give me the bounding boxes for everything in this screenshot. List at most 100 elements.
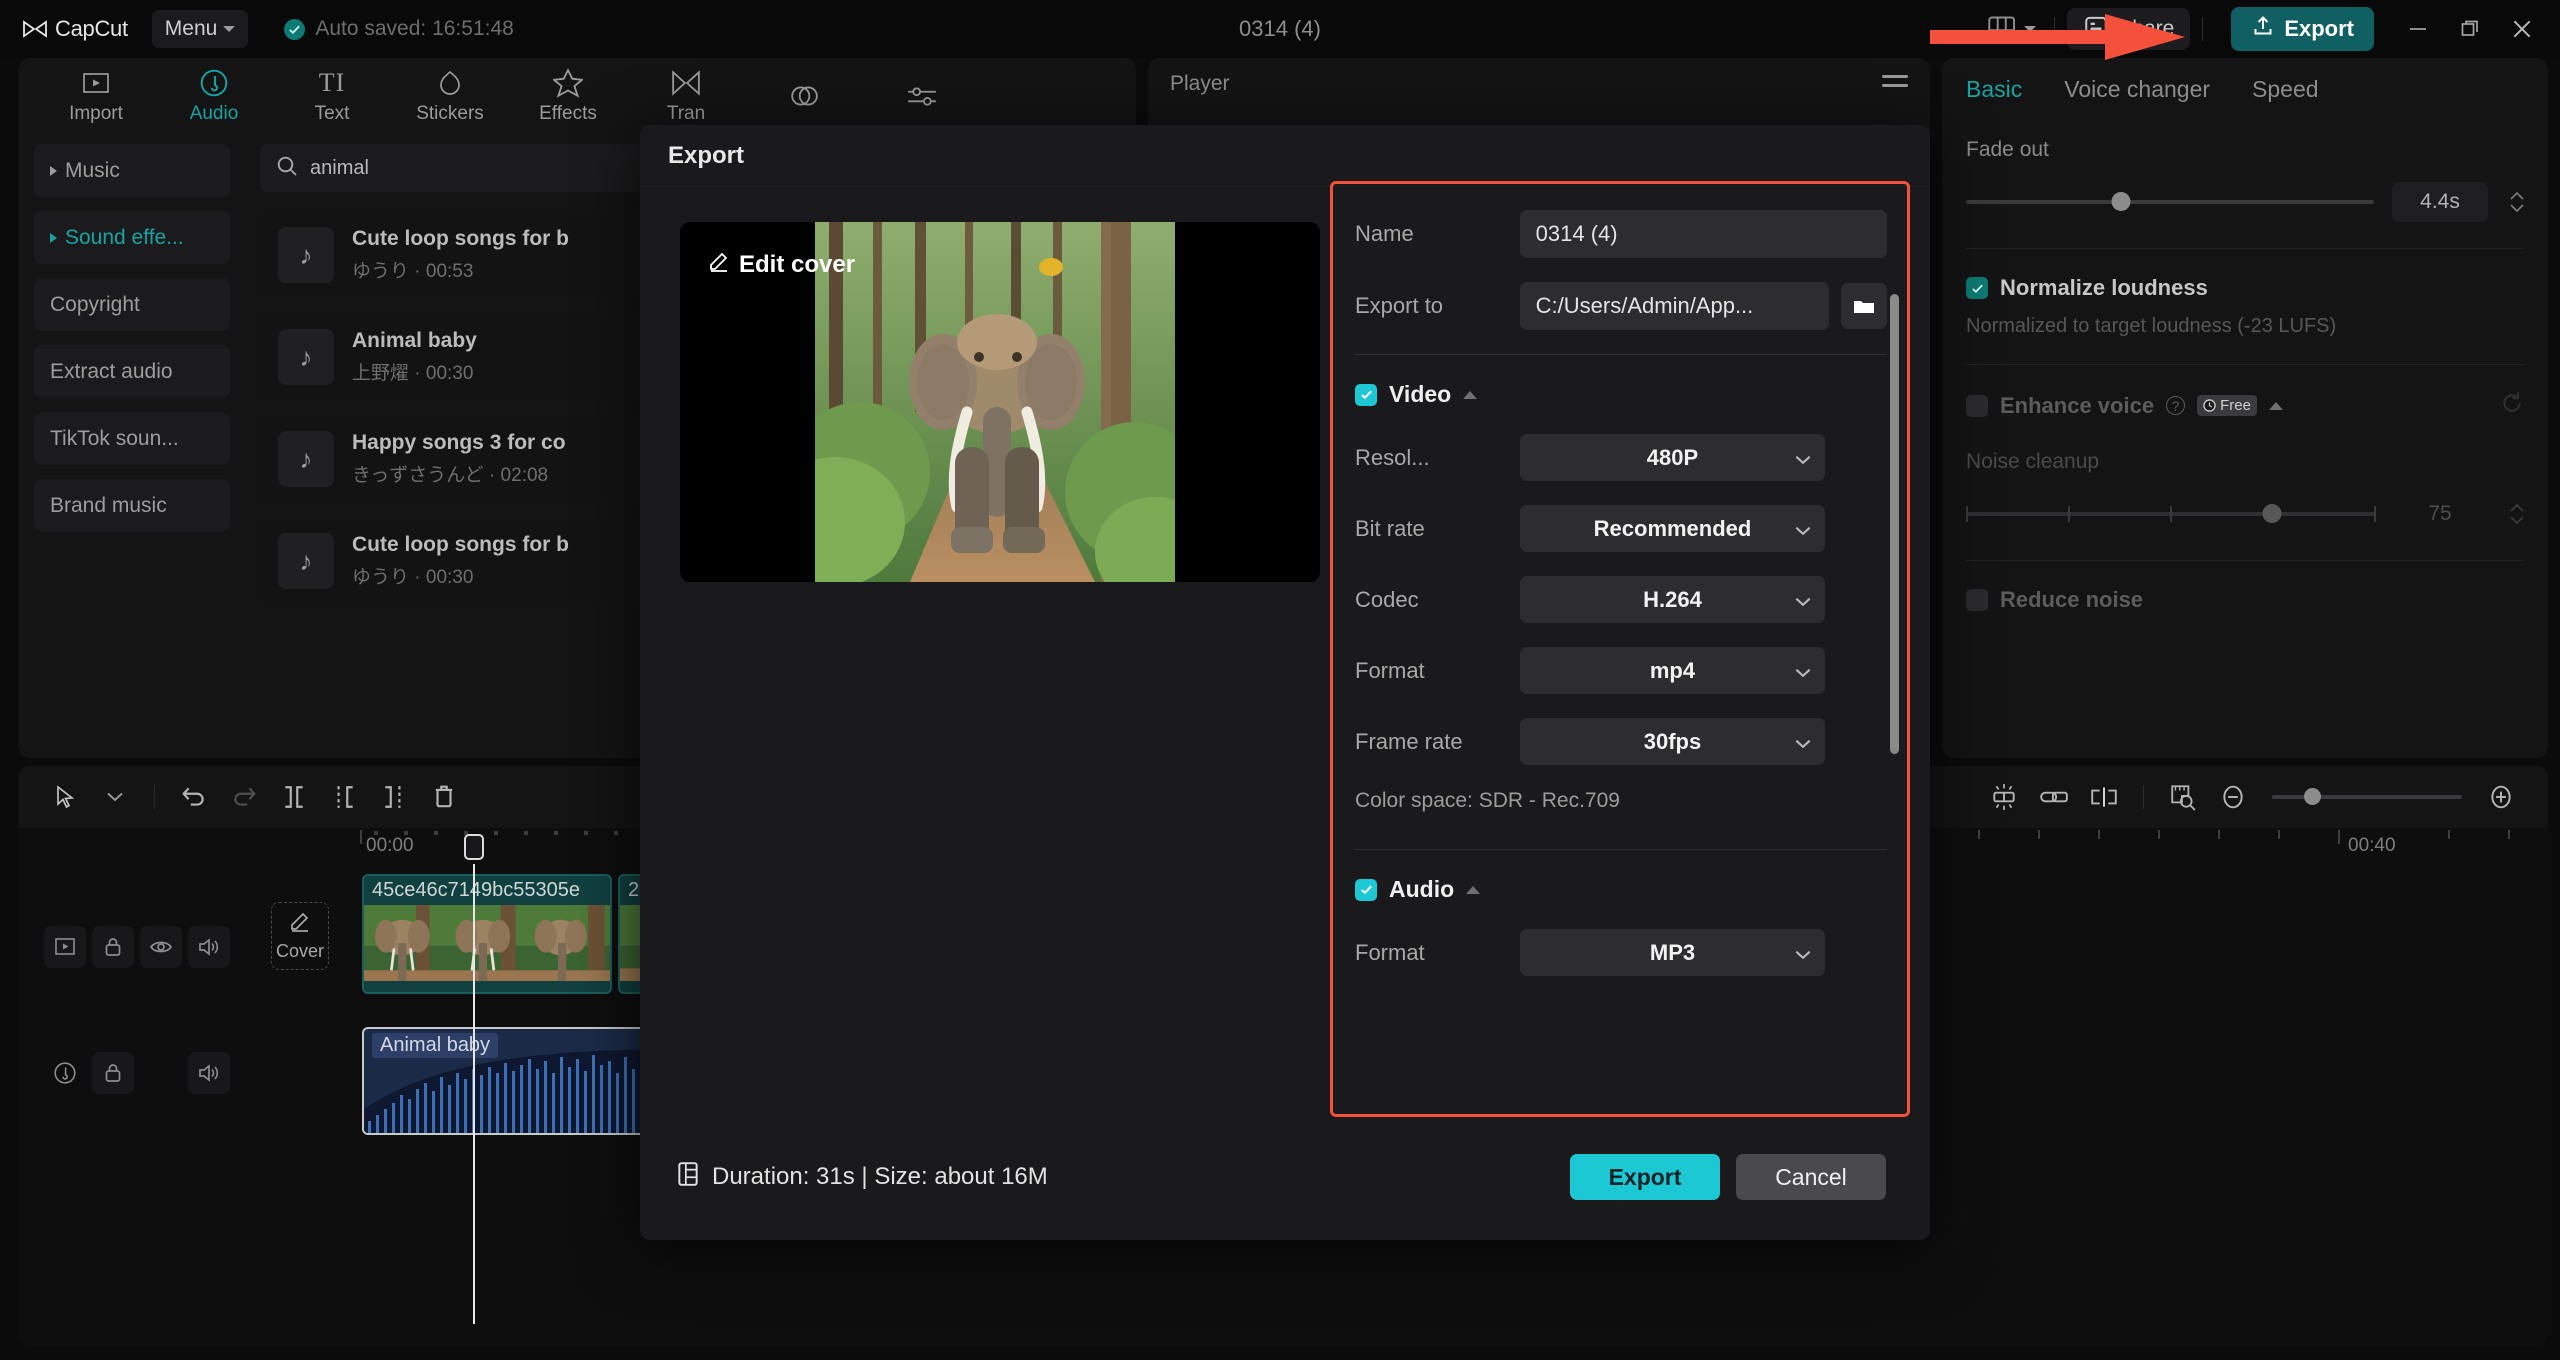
category-label: Copyright	[50, 293, 140, 317]
zoom-slider[interactable]	[2272, 795, 2462, 799]
checkbox-unchecked-icon[interactable]	[1966, 395, 1988, 417]
tab-voice-changer[interactable]: Voice changer	[2064, 76, 2210, 103]
checkbox-checked-icon[interactable]	[1355, 879, 1377, 901]
settings-scrollbar[interactable]	[1890, 294, 1899, 754]
category-sound-effects[interactable]: Sound effe...	[34, 211, 230, 264]
tab-transitions[interactable]: Tran	[630, 61, 742, 131]
volume-icon[interactable]	[188, 1052, 230, 1094]
category-tiktok-sounds[interactable]: TikTok soun...	[34, 412, 230, 465]
tab-audio[interactable]: Audio	[158, 61, 270, 131]
trim-right-icon[interactable]	[369, 777, 419, 817]
redo-icon[interactable]	[219, 777, 269, 817]
category-extract-audio[interactable]: Extract audio	[34, 345, 230, 398]
maximize-button[interactable]	[2444, 7, 2496, 51]
reset-icon[interactable]	[2500, 391, 2524, 420]
player-header: Player	[1148, 58, 1930, 110]
checkbox-checked-icon[interactable]	[1355, 384, 1377, 406]
category-music[interactable]: Music	[34, 144, 230, 197]
chevron-down-icon[interactable]	[90, 777, 140, 817]
cancel-button[interactable]: Cancel	[1736, 1154, 1886, 1200]
name-input[interactable]: 0314 (4)	[1520, 210, 1887, 258]
eye-icon[interactable]	[140, 926, 182, 968]
select-cursor-icon[interactable]	[40, 777, 90, 817]
triangle-up-icon[interactable]	[2269, 402, 2283, 410]
tab-basic[interactable]: Basic	[1966, 76, 2022, 103]
slider-knob[interactable]	[2304, 788, 2321, 805]
lock-icon[interactable]	[92, 926, 134, 968]
layout-grid-button[interactable]	[1982, 15, 2042, 44]
audio-track-controls	[18, 1052, 248, 1094]
category-copyright[interactable]: Copyright	[34, 278, 230, 331]
video-section-header[interactable]: Video	[1355, 381, 1887, 408]
fade-out-value[interactable]: 4.4s	[2392, 182, 2488, 222]
noise-cleanup-slider[interactable]	[1966, 512, 2374, 516]
tab-text[interactable]: TI Text	[276, 61, 388, 131]
music-note-icon: ♪	[278, 227, 334, 283]
tab-import[interactable]: Import	[40, 61, 152, 131]
tab-filters[interactable]	[748, 61, 860, 131]
lock-icon[interactable]	[92, 1052, 134, 1094]
tab-stickers[interactable]: Stickers	[394, 61, 506, 131]
dialog-footer: Duration: 31s | Size: about 16M Export C…	[640, 1117, 1930, 1237]
trim-left-icon[interactable]	[319, 777, 369, 817]
playhead-handle[interactable]	[464, 834, 484, 860]
ruler-zoom-icon[interactable]	[2158, 777, 2208, 817]
auto-snap-icon[interactable]	[1979, 777, 2029, 817]
timeline-playhead[interactable]	[473, 864, 475, 1324]
enhance-voice-row[interactable]: Enhance voice ? Free	[1966, 391, 2524, 420]
undo-icon[interactable]	[169, 777, 219, 817]
video-format-select[interactable]: mp4	[1520, 647, 1825, 694]
triangle-up-icon[interactable]	[1466, 886, 1480, 894]
close-button[interactable]	[2496, 7, 2548, 51]
search-icon	[276, 155, 298, 182]
song-subtitle: きっずさうんど · 02:08	[352, 460, 566, 487]
edit-pencil-icon	[289, 910, 311, 937]
properties-tabs: Basic Voice changer Speed	[1966, 58, 2524, 120]
zoom-in-icon[interactable]	[2476, 777, 2526, 817]
folder-icon[interactable]	[1841, 283, 1887, 329]
music-note-icon: ♪	[278, 533, 334, 589]
framerate-select[interactable]: 30fps	[1520, 718, 1825, 765]
audio-format-select[interactable]: MP3	[1520, 929, 1825, 976]
audio-section-header[interactable]: Audio	[1355, 876, 1887, 903]
hamburger-menu-icon[interactable]	[1882, 75, 1908, 93]
export-button-titlebar[interactable]: Export	[2231, 7, 2374, 51]
reduce-noise-row[interactable]: Reduce noise	[1966, 587, 2524, 613]
zoom-out-icon[interactable]	[2208, 777, 2258, 817]
fade-out-slider[interactable]	[1966, 200, 2374, 204]
link-clip-icon[interactable]	[2029, 777, 2079, 817]
normalize-loudness-row[interactable]: Normalize loudness	[1966, 275, 2524, 301]
preview-icon[interactable]	[44, 926, 86, 968]
chevron-down-icon	[2024, 26, 2036, 32]
tab-effects[interactable]: Effects	[512, 61, 624, 131]
edit-cover-button[interactable]: Edit cover	[708, 250, 855, 279]
category-brand-music[interactable]: Brand music	[34, 479, 230, 532]
bitrate-select[interactable]: Recommended	[1520, 505, 1825, 552]
timeline-video-clip[interactable]: 45ce46c7149bc55305e	[362, 874, 612, 994]
fade-out-stepper[interactable]	[2510, 192, 2524, 212]
export-to-input[interactable]: C:/Users/Admin/App...	[1520, 282, 1829, 330]
slider-knob[interactable]	[2263, 504, 2282, 523]
audio-note-icon[interactable]	[44, 1052, 86, 1094]
codec-select[interactable]: H.264	[1520, 576, 1825, 623]
delete-trash-icon[interactable]	[419, 777, 469, 817]
slider-knob[interactable]	[2112, 192, 2131, 211]
tab-adjust[interactable]	[866, 61, 978, 131]
noise-cleanup-stepper[interactable]	[2510, 504, 2524, 524]
tab-speed[interactable]: Speed	[2252, 76, 2319, 103]
export-confirm-button[interactable]: Export	[1570, 1154, 1720, 1200]
checkbox-checked-icon[interactable]	[1966, 277, 1988, 299]
volume-icon[interactable]	[188, 926, 230, 968]
noise-cleanup-value[interactable]: 75	[2392, 494, 2488, 534]
split-icon[interactable]	[269, 777, 319, 817]
question-mark-icon[interactable]: ?	[2166, 396, 2185, 415]
mirror-split-icon[interactable]	[2079, 777, 2129, 817]
minimize-button[interactable]	[2392, 7, 2444, 51]
share-button[interactable]: Share	[2067, 8, 2190, 50]
song-subtitle: ゆうり · 00:53	[352, 256, 569, 283]
menu-button[interactable]: Menu	[152, 10, 249, 48]
cover-button[interactable]: Cover	[271, 902, 329, 970]
resolution-select[interactable]: 480P	[1520, 434, 1825, 481]
triangle-up-icon[interactable]	[1463, 391, 1477, 399]
checkbox-unchecked-icon[interactable]	[1966, 589, 1988, 611]
